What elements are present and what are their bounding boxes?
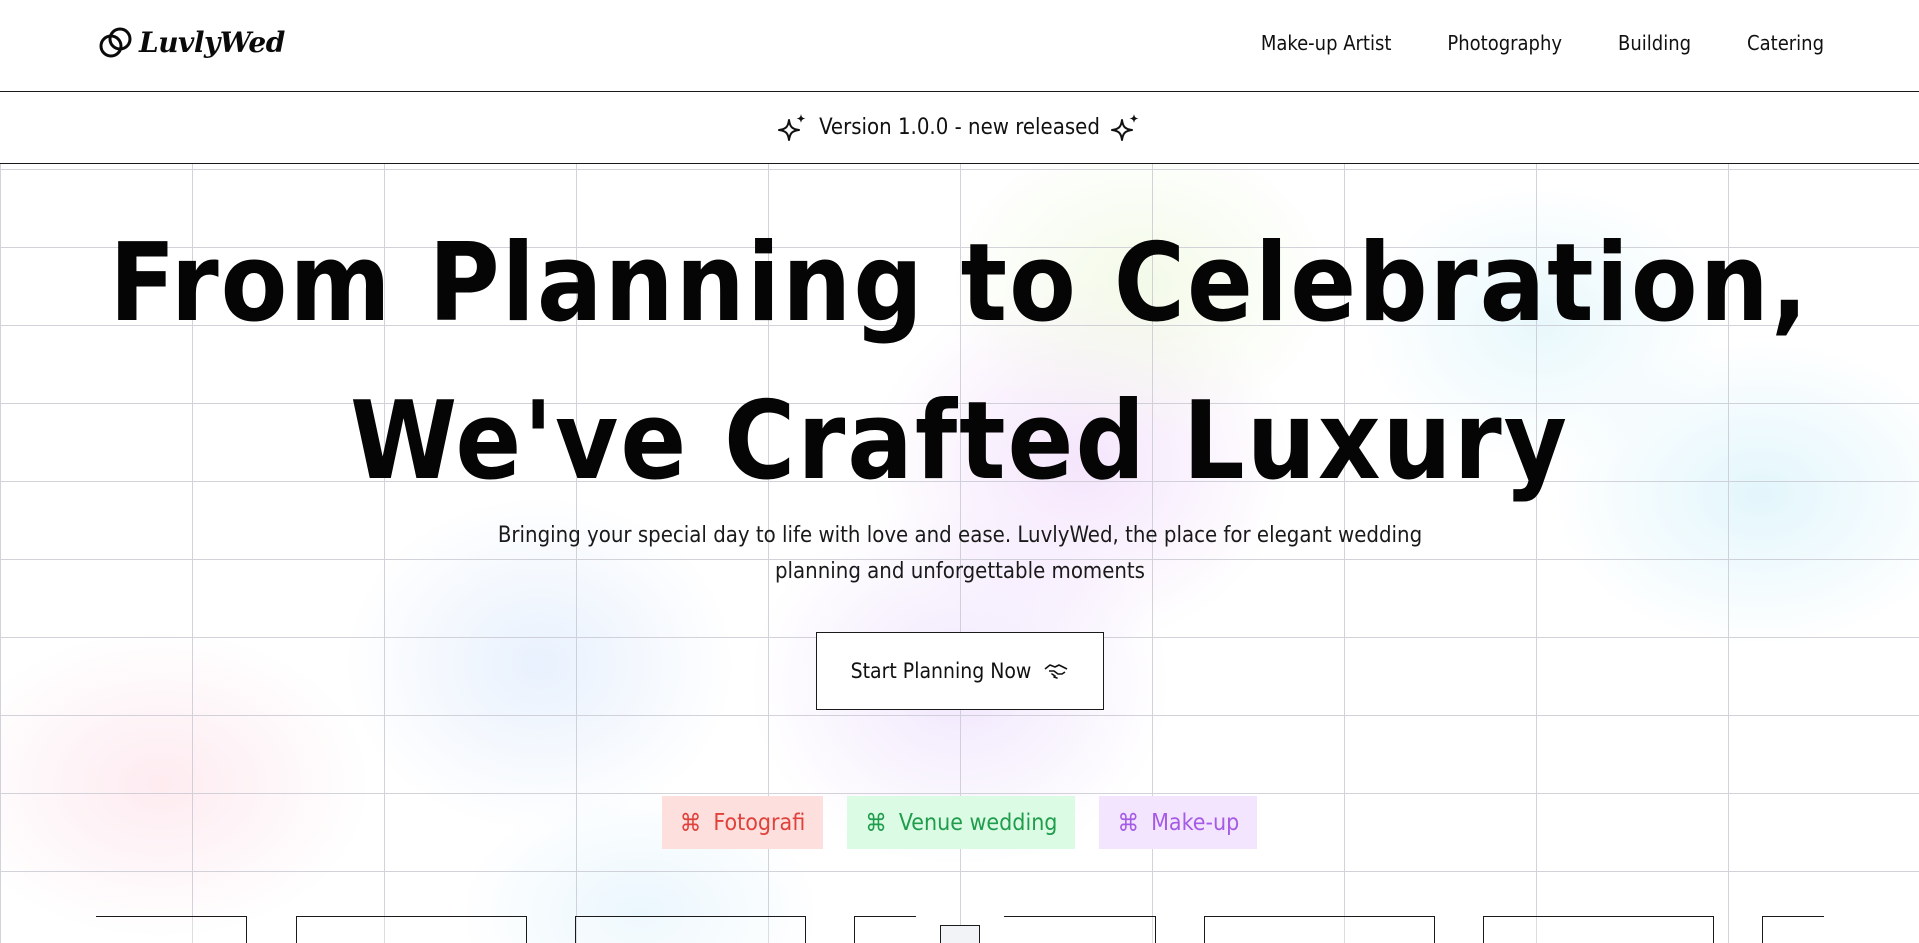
command-icon: ⌘	[679, 808, 702, 837]
hero-subtitle-line1: Bringing your special day to life with l…	[497, 523, 1423, 548]
card-preview	[940, 925, 980, 943]
card-preview	[1004, 916, 1156, 943]
tag-label: Venue wedding	[898, 809, 1058, 836]
site-header: LuvlyWed Make-up Artist Photography Buil…	[0, 0, 1919, 92]
hero-section: From Planning to Celebration, We've Craf…	[0, 164, 1919, 943]
card-preview	[854, 916, 916, 943]
logo-text: LuvlyWed	[139, 26, 285, 59]
rings-logo-icon	[99, 27, 132, 58]
announcement-text: Version 1.0.0 - new released	[819, 115, 1100, 140]
sparkle-icon	[1110, 113, 1139, 141]
card-preview	[1762, 916, 1824, 943]
main-nav: Make-up Artist Photography Building Cate…	[1261, 29, 1824, 57]
hero-subtitle: Bringing your special day to life with l…	[480, 518, 1440, 590]
hero-title-line2: We've Crafted Luxury	[349, 379, 1570, 504]
card-preview	[575, 916, 806, 943]
card-preview	[1204, 916, 1435, 943]
tag-venue-wedding[interactable]: ⌘ Venue wedding	[847, 796, 1076, 849]
handshake-icon	[1044, 664, 1068, 679]
tag-label: Make-up	[1151, 809, 1240, 836]
nav-makeup-artist[interactable]: Make-up Artist	[1261, 29, 1392, 57]
card-preview	[96, 916, 247, 943]
announcement-bar: Version 1.0.0 - new released	[0, 92, 1919, 164]
hero-title-line1: From Planning to Celebration,	[109, 221, 1810, 346]
nav-photography[interactable]: Photography	[1447, 29, 1562, 57]
start-planning-label: Start Planning Now	[850, 659, 1032, 683]
tag-label: Fotografi	[713, 809, 806, 836]
command-icon: ⌘	[1117, 808, 1140, 837]
nav-building[interactable]: Building	[1618, 29, 1691, 57]
logo-link[interactable]: LuvlyWed	[99, 26, 285, 60]
nav-catering[interactable]: Catering	[1747, 29, 1824, 57]
command-icon: ⌘	[865, 808, 887, 837]
start-planning-button[interactable]: Start Planning Now	[816, 632, 1104, 710]
category-tags: ⌘ Fotografi ⌘ Venue wedding ⌘ Make-up	[0, 796, 1919, 849]
tag-make-up[interactable]: ⌘ Make-up	[1099, 796, 1258, 849]
card-preview	[1483, 916, 1714, 943]
sparkle-icon	[778, 113, 806, 141]
tag-fotografi[interactable]: ⌘ Fotografi	[661, 796, 824, 849]
hero-subtitle-line2: planning and unforgettable moments	[774, 559, 1145, 584]
card-preview	[296, 916, 527, 943]
